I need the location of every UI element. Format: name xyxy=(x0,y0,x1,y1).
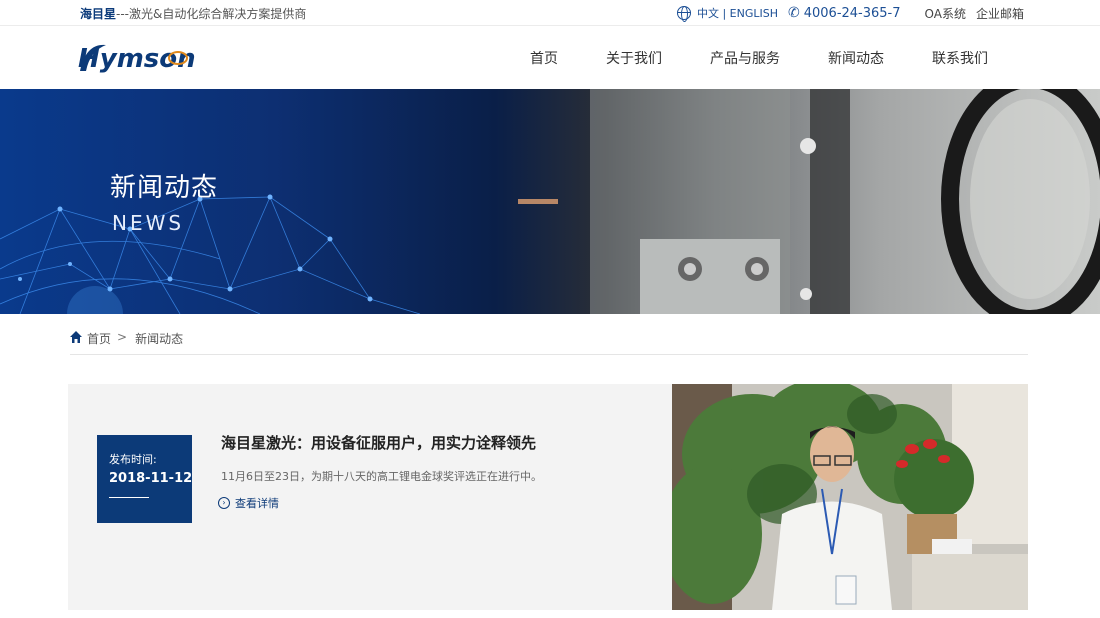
breadcrumb-home[interactable]: 首页 xyxy=(87,330,111,347)
circle-arrow-icon: › xyxy=(218,497,230,509)
hymson-logo[interactable]: Hymson xyxy=(76,37,216,77)
phone-number[interactable]: 4006-24-365-7 xyxy=(804,6,901,21)
site-tagline: 海目星---激光&自动化综合解决方案提供商 xyxy=(80,5,306,22)
oa-system-link[interactable]: OA系统 xyxy=(925,5,966,22)
banner-subtitle: NEWS xyxy=(112,211,185,235)
home-icon xyxy=(70,331,82,343)
globe-icon xyxy=(676,6,691,22)
date-value: 2018-11-12 xyxy=(109,471,193,486)
news-banner: 新闻动态 NEWS xyxy=(0,89,1100,314)
news-title[interactable]: 海目星激光：用设备征服用户，用实力诠释领先 xyxy=(221,432,536,453)
breadcrumb: 首页 > 新闻动态 xyxy=(70,330,1028,355)
enterprise-mail-link[interactable]: 企业邮箱 xyxy=(976,5,1024,22)
top-right-links: 中文 | ENGLISH ✆ 4006-24-365-7 OA系统 企业邮箱 xyxy=(676,4,1024,22)
banner-title: 新闻动态 xyxy=(110,173,219,203)
logo-text: Hymson xyxy=(78,44,196,74)
breadcrumb-current[interactable]: 新闻动态 xyxy=(135,330,183,347)
news-card[interactable]: 发布时间: 2018-11-12 海目星激光：用设备征服用户，用实力诠释领先 1… xyxy=(68,384,1028,610)
brand-name: 海目星 xyxy=(80,7,117,21)
news-summary: 11月6日至23日，为期十八天的高工锂电金球奖评选正在进行中。 xyxy=(221,470,542,483)
nav-products[interactable]: 产品与服务 xyxy=(710,48,780,68)
language-switch[interactable]: 中文 | ENGLISH xyxy=(697,5,778,21)
breadcrumb-separator: > xyxy=(117,330,128,344)
tagline-text: ---激光&自动化综合解决方案提供商 xyxy=(116,7,307,21)
view-details-link[interactable]: › 查看详情 xyxy=(218,495,279,511)
news-photo[interactable] xyxy=(672,384,1028,610)
nav-news[interactable]: 新闻动态 xyxy=(828,48,884,68)
date-box: 发布时间: 2018-11-12 xyxy=(97,435,192,523)
main-nav: 首页 关于我们 产品与服务 新闻动态 联系我们 xyxy=(530,27,1036,89)
nav-home[interactable]: 首页 xyxy=(530,48,558,68)
date-divider xyxy=(109,497,149,498)
main-header: Hymson 首页 关于我们 产品与服务 新闻动态 联系我们 xyxy=(0,27,1100,89)
phone-icon: ✆ xyxy=(788,5,800,21)
view-details-label: 查看详情 xyxy=(235,497,279,510)
date-label: 发布时间: xyxy=(109,453,157,466)
nav-about[interactable]: 关于我们 xyxy=(606,48,662,68)
top-bar: 海目星---激光&自动化综合解决方案提供商 中文 | ENGLISH ✆ 400… xyxy=(0,0,1100,26)
nav-contact[interactable]: 联系我们 xyxy=(932,48,988,68)
